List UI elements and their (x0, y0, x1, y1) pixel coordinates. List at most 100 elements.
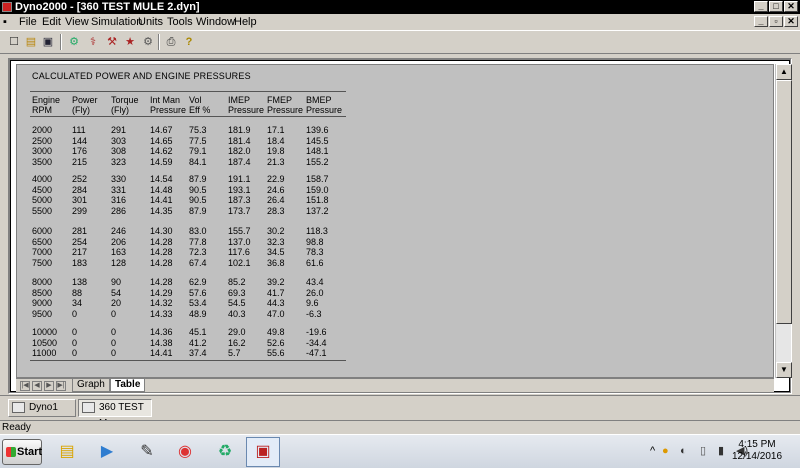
maximize-button[interactable]: □ (769, 1, 783, 12)
open-icon[interactable]: ▤ (23, 34, 39, 50)
tab-table[interactable]: Table (110, 379, 146, 392)
vertical-scrollbar[interactable]: ▲ ▼ (775, 64, 792, 378)
doc-tab-label: Dyno1 (29, 402, 58, 413)
table-cell-fmep: 19.8 (267, 146, 285, 157)
table-cell-rpm: 9500 (32, 308, 53, 319)
menu-view[interactable]: View (65, 16, 89, 28)
table-cell-intman: 14.41 (150, 348, 173, 359)
menu-tools[interactable]: Tools (167, 16, 193, 28)
table-cell-power: 111 (72, 125, 86, 135)
save-icon[interactable]: ▣ (40, 34, 56, 50)
table-cell-rpm: 7500 (32, 257, 53, 268)
tray-device-icon[interactable]: ▯ (700, 444, 706, 458)
start-button[interactable]: Start (2, 439, 42, 465)
table-cell-intman: 14.67 (150, 125, 173, 135)
table-cell-power: 34 (72, 298, 83, 309)
dyno-icon[interactable]: ⚕ (85, 34, 101, 50)
table-cell-intman: 14.32 (150, 298, 173, 309)
table-cell-fmep: 21.3 (267, 156, 285, 167)
tools-icon[interactable]: ⚒ (104, 34, 120, 50)
table-cell-intman: 14.33 (150, 308, 173, 319)
scroll-down-icon[interactable]: ▼ (776, 362, 792, 378)
table-cell-intman: 14.28 (150, 257, 173, 268)
tray-app-icon[interactable]: ● (662, 444, 669, 458)
close-button[interactable]: ✕ (784, 1, 798, 12)
menu-window[interactable]: Window (196, 16, 235, 28)
table-cell-torque: 286 (111, 205, 127, 216)
table-rule (30, 116, 346, 117)
column-header-intman: Int Man (150, 95, 181, 105)
mdi-close-button[interactable]: ✕ (784, 16, 798, 27)
column-header-rpm-sub: RPM (32, 105, 52, 115)
table-cell-torque: 246 (111, 226, 127, 236)
network-icon[interactable]: ▮ (718, 444, 724, 458)
doc-tab-360-test-mule[interactable]: 360 TEST M... (78, 399, 152, 429)
table-cell-voleff: 84.1 (189, 156, 207, 167)
first-sheet-icon[interactable]: |◀ (20, 381, 30, 391)
table-cell-rpm: 3500 (32, 156, 53, 167)
table-cell-rpm: 2500 (32, 135, 53, 146)
mdi-restore-button[interactable]: ▫ (769, 16, 783, 27)
tray-headset-icon[interactable]: ◐ (680, 444, 687, 458)
minimize-button[interactable]: _ (754, 1, 768, 12)
media-player-icon[interactable]: ▶ (92, 438, 122, 466)
table-cell-voleff: 90.5 (189, 184, 207, 195)
title-bar: Dyno2000 - [360 TEST MULE 2.dyn] _ □ ✕ (0, 0, 800, 14)
menu-help[interactable]: Help (234, 16, 257, 28)
last-sheet-icon[interactable]: ▶| (56, 381, 66, 391)
table-cell-imep: 85.2 (228, 277, 246, 287)
file-explorer-icon[interactable]: ▤ (52, 438, 82, 466)
tab-graph[interactable]: Graph (72, 379, 110, 392)
dyno2000-taskbar-icon[interactable]: ▣ (246, 437, 280, 467)
recycle-icon[interactable]: ♻ (210, 438, 240, 466)
table-cell-bmep: -6.3 (306, 308, 322, 319)
next-sheet-icon[interactable]: ▶ (44, 381, 54, 391)
doc-tab-dyno1[interactable]: Dyno1 (8, 399, 76, 417)
scroll-thumb[interactable] (776, 80, 792, 324)
menu-units[interactable]: Units (138, 16, 163, 28)
new-icon[interactable]: ☐ (6, 34, 22, 50)
print-icon[interactable]: ⎙ (163, 34, 179, 50)
table-cell-power: 88 (72, 287, 83, 298)
table-cell-bmep: 139.6 (306, 125, 329, 135)
menu-simulation[interactable]: Simulation (91, 16, 142, 28)
table-cell-torque: 323 (111, 156, 127, 167)
app-menu-icon[interactable]: ▪ (3, 16, 7, 28)
table-cell-bmep: 137.2 (306, 205, 329, 216)
table-cell-power: 281 (72, 226, 88, 236)
menu-file[interactable]: File (19, 16, 37, 28)
table-cell-power: 254 (72, 236, 88, 247)
parts-icon[interactable]: ★ (122, 34, 138, 50)
table-cell-fmep: 24.6 (267, 184, 285, 195)
table-cell-intman: 14.38 (150, 337, 173, 348)
clock[interactable]: 4:15 PM 12/14/2016 (730, 439, 784, 463)
prev-sheet-icon[interactable]: ◀ (32, 381, 42, 391)
document-icon (12, 402, 25, 413)
camshaft-icon[interactable]: ⚙ (140, 34, 156, 50)
table-cell-power: 0 (72, 308, 78, 319)
tray-expand-icon[interactable]: ^ (650, 444, 655, 458)
table-cell-intman: 14.28 (150, 247, 173, 258)
table-cell-power: 284 (72, 184, 88, 195)
scroll-up-icon[interactable]: ▲ (776, 64, 792, 80)
table-cell-power: 144 (72, 135, 88, 146)
help-icon[interactable]: ? (181, 34, 197, 50)
table-cell-imep: 187.4 (228, 156, 251, 167)
table-cell-voleff: 83.0 (189, 226, 207, 236)
table-cell-imep: 54.5 (228, 298, 246, 309)
table-cell-bmep: 151.8 (306, 195, 329, 206)
column-header-torque-sub: (Fly) (111, 105, 129, 115)
microphone-icon[interactable]: ✎ (132, 438, 162, 466)
column-header-power: Power (72, 95, 98, 105)
menu-edit[interactable]: Edit (42, 16, 61, 28)
engine-icon[interactable]: ⚙ (66, 34, 82, 50)
mdi-minimize-button[interactable]: _ (754, 16, 768, 27)
table-cell-voleff: 57.6 (189, 287, 207, 298)
table-cell-bmep: -34.4 (306, 337, 327, 348)
table-cell-rpm: 6000 (32, 226, 53, 236)
table-cell-bmep: 43.4 (306, 277, 324, 287)
chrome-icon[interactable]: ◉ (170, 438, 200, 466)
table-cell-imep: 40.3 (228, 308, 246, 319)
table-cell-bmep: 78.3 (306, 247, 324, 258)
table-cell-rpm: 4000 (32, 174, 53, 184)
